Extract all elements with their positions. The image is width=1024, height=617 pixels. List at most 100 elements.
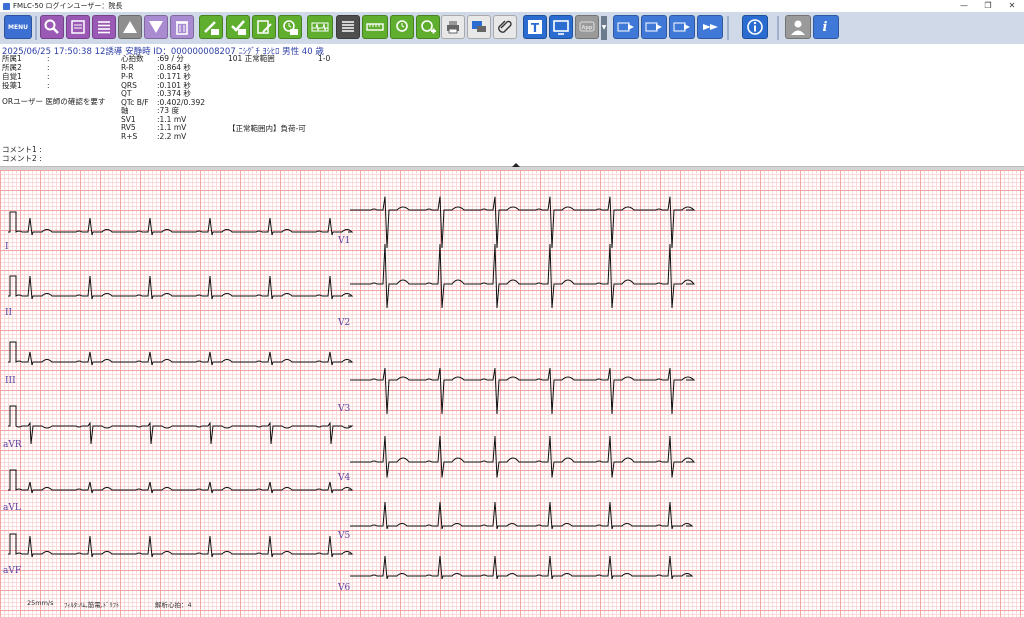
app-icon [3,2,10,10]
history-or-button[interactable] [278,15,302,39]
field-colon: : [47,54,50,63]
text-button[interactable]: T [523,15,547,39]
arrow-right-icon [617,22,634,32]
report-edit-button[interactable] [252,15,276,39]
filter-setting: ﾌｨﾙﾀ:ﾊﾑ,筋電,ﾄﾞﾘﾌﾄ [64,601,120,609]
text-icon: T [528,20,542,35]
paper-speed: 25mm/s [27,599,54,607]
app-icon: App [579,21,595,32]
measure-label: QT [121,89,132,98]
ecg-layout-button[interactable] [307,15,333,39]
previous-button[interactable] [118,15,142,39]
app-button[interactable]: App [575,15,599,39]
attach-button[interactable] [493,15,517,39]
field-shozoku2: 所属2 [2,63,22,72]
minimize-button[interactable]: — [952,0,976,12]
ecg-trace [350,435,696,478]
arrow-right-icon [673,22,690,32]
svg-text:T: T [531,21,540,35]
diagnosis-class: 1-0 [318,54,331,63]
magnifier-icon [44,19,59,34]
title-bar: FMLC-50 ログインユーザー：院長 — ❐ ✕ [0,0,1024,12]
measure-label: 軸 [121,106,129,115]
triangle-up-icon [123,21,137,33]
field-shozoku1: 所属1 [2,54,22,63]
ecg-trace [8,211,354,236]
measure-label: RV5 [121,123,136,132]
ecg-trace [350,243,696,309]
lines-button[interactable] [336,15,360,39]
info-button[interactable] [742,15,768,39]
print-button[interactable] [441,15,465,39]
record-view-button[interactable] [66,15,90,39]
app-dropdown-button[interactable]: ▼ [601,16,607,40]
arrow-right-icon [645,22,662,32]
diagnosis-code: 101 正常範囲 [228,54,275,63]
lead-label-aVR: aVR [3,440,22,450]
ecg-traces [8,196,696,580]
paperclip-icon [498,20,512,33]
menu-label: MENU [8,23,28,31]
pencil-icon [204,21,219,35]
ecg-trace [8,469,354,494]
measure-value: :0.171 秒 [157,72,191,81]
svg-text:App: App [581,25,592,31]
collapse-arrow-icon[interactable] [512,163,520,167]
lead-label-V3: V3 [338,404,351,414]
lines-icon [342,21,354,32]
measure-label: R+S [121,132,138,141]
lead-label-aVF: aVF [3,566,22,576]
lead-label-V2: V2 [338,318,351,328]
search-button[interactable] [40,15,64,39]
diagnosis-summary: 【正常範囲内】負荷-可 [228,124,306,133]
field-colon: : [47,63,50,72]
next-button[interactable] [144,15,168,39]
delete-button[interactable] [170,15,194,39]
measure-value: :0.374 秒 [157,89,191,98]
ecg-trace [8,533,354,558]
screen-capture-button[interactable] [549,15,573,39]
measure-label: P-R [121,72,134,81]
user-button[interactable] [785,15,811,39]
restore-button[interactable]: ❐ [976,0,1000,12]
trash-icon [176,21,188,35]
list-icon [98,21,110,34]
field-jikaku1: 自覚1 [2,72,22,81]
toolbar-separator [777,16,779,40]
waveform-grid-icon [311,22,329,32]
plus-clock-icon [421,20,436,34]
lead-label-V6: V6 [338,583,351,593]
ecg-trace [8,341,354,366]
field-colon: : [47,81,50,90]
lead-label-II: II [5,308,13,318]
measure-value: :0.864 秒 [157,63,191,72]
print-preview-button[interactable] [467,15,491,39]
list-button[interactable] [92,15,116,39]
add-button[interactable] [416,15,440,39]
measure-value: :73 度 [157,106,179,115]
clock-icon [283,20,298,35]
export-app1-button[interactable] [613,15,639,39]
lead-label-V5: V5 [338,531,351,541]
transfer-button[interactable] [697,15,723,39]
help-info-button[interactable]: i [813,15,839,39]
ecg-trace [350,501,694,530]
export-app2-button[interactable] [641,15,667,39]
toolbar-separator [727,16,729,40]
close-button[interactable]: ✕ [1000,0,1024,12]
svg-text:i: i [823,20,828,35]
menu-button[interactable]: MENU [4,15,32,39]
ruler-button[interactable] [362,15,388,39]
ecg-trace [8,405,354,445]
ecg-compare-button[interactable] [390,15,414,39]
edit-or-button[interactable] [199,15,223,39]
report-edit-icon [257,20,272,34]
field-colon: : [47,72,50,81]
export-app3-button[interactable] [669,15,695,39]
toolbar-separator [35,16,37,40]
confirm-or-button[interactable] [226,15,250,39]
measure-label: R-R [121,63,134,72]
lead-label-I: I [5,242,9,252]
printer-icon [447,21,459,34]
checkmark-icon [231,20,246,35]
